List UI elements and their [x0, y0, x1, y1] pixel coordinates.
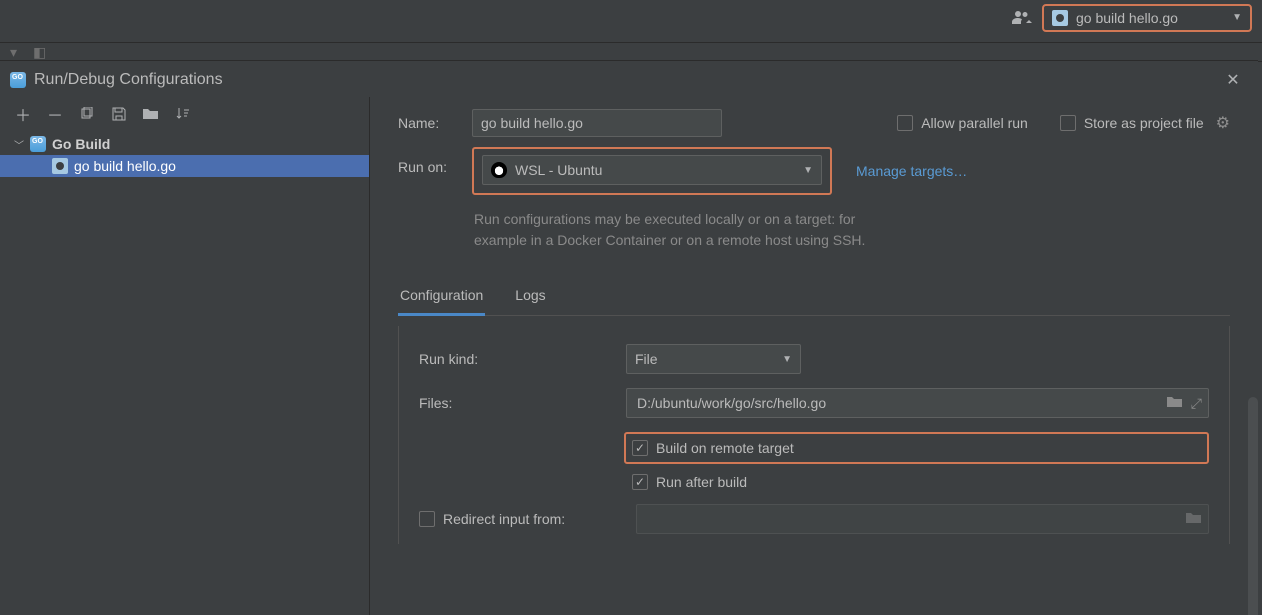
remove-config-button[interactable]: －	[46, 105, 64, 123]
build-remote-label: Build on remote target	[656, 440, 794, 456]
checkbox-checked-icon	[632, 474, 648, 490]
run-config-label: go build hello.go	[1076, 10, 1224, 26]
go-file-icon	[52, 158, 68, 174]
close-button[interactable]: ✕	[1222, 69, 1244, 91]
tree-node-hello-go[interactable]: go build hello.go	[0, 155, 369, 177]
run-kind-label: Run kind:	[419, 351, 614, 367]
manage-targets-link[interactable]: Manage targets…	[856, 163, 967, 179]
add-config-button[interactable]: ＋	[14, 105, 32, 123]
run-kind-row: Run kind: File ▼	[419, 344, 1209, 374]
go-file-icon	[1052, 10, 1068, 26]
chevron-down-icon: ▼	[803, 165, 813, 176]
build-options: Build on remote target Run after build	[624, 432, 1209, 490]
build-remote-highlight-box: Build on remote target	[624, 432, 1209, 464]
save-config-button[interactable]	[110, 105, 128, 123]
dialog-title-text: Run/Debug Configurations	[34, 71, 223, 89]
run-on-hint: Run configurations may be executed local…	[474, 209, 1014, 251]
name-label: Name:	[398, 115, 460, 131]
tree-node-go-build[interactable]: ﹀ Go Build	[0, 133, 369, 155]
name-input[interactable]	[472, 109, 722, 137]
go-build-icon	[30, 136, 46, 152]
tab-configuration[interactable]: Configuration	[398, 279, 485, 316]
chevron-down-icon: ▼	[782, 354, 792, 365]
dialog-body: ＋ － ﹀ Go Build	[0, 97, 1258, 615]
copy-config-button[interactable]	[78, 105, 96, 123]
gear-icon[interactable]: ⚙	[1216, 113, 1230, 133]
toolbar-icon-ghost: ◧	[33, 44, 46, 61]
redirect-input-field	[636, 504, 1209, 534]
run-after-build-label: Run after build	[656, 474, 747, 490]
editor-tab-bar: ▾ ◧	[0, 42, 1262, 62]
folder-open-icon	[1186, 511, 1202, 527]
files-input[interactable]: D:/ubuntu/work/go/src/hello.go ⤢	[626, 388, 1209, 418]
tree-node-label: go build hello.go	[74, 158, 176, 174]
allow-parallel-checkbox[interactable]: Allow parallel run	[897, 115, 1028, 131]
build-remote-checkbox[interactable]: Build on remote target	[632, 440, 794, 456]
run-after-build-checkbox[interactable]: Run after build	[624, 474, 1209, 490]
store-project-checkbox[interactable]: Store as project file	[1060, 115, 1204, 131]
hint-line: Run configurations may be executed local…	[474, 211, 855, 227]
dialog-title: Run/Debug Configurations	[10, 71, 223, 89]
config-tree-panel: ＋ － ﹀ Go Build	[0, 97, 370, 615]
redirect-input-label: Redirect input from:	[443, 511, 565, 527]
redirect-input-row: Redirect input from:	[419, 504, 1209, 534]
config-tabs: Configuration Logs	[398, 279, 1230, 316]
sort-config-button[interactable]	[174, 105, 192, 123]
run-config-selector[interactable]: go build hello.go ▼	[1042, 4, 1252, 32]
run-kind-select[interactable]: File ▼	[626, 344, 801, 374]
config-form: Name: Allow parallel run Store as projec…	[370, 97, 1258, 615]
files-row: Files: D:/ubuntu/work/go/src/hello.go ⤢	[419, 388, 1209, 418]
allow-parallel-label: Allow parallel run	[921, 115, 1028, 131]
goland-icon	[10, 72, 26, 88]
run-debug-config-dialog: Run/Debug Configurations ✕ ＋ －	[0, 60, 1258, 615]
files-value: D:/ubuntu/work/go/src/hello.go	[637, 395, 1159, 411]
store-project-label: Store as project file	[1084, 115, 1204, 131]
chevron-down-icon: ▼	[1232, 12, 1242, 23]
main-toolbar: go build hello.go ▼	[0, 0, 1262, 35]
name-row: Name: Allow parallel run Store as projec…	[398, 109, 1230, 137]
tree-node-label: Go Build	[52, 136, 110, 152]
dialog-header: Run/Debug Configurations ✕	[0, 61, 1258, 97]
presence-icon[interactable]	[1010, 7, 1034, 29]
run-on-select[interactable]: WSL - Ubuntu ▼	[482, 155, 822, 185]
run-on-highlight-box: WSL - Ubuntu ▼	[472, 147, 832, 195]
folder-config-button[interactable]	[142, 105, 160, 123]
run-on-value: WSL - Ubuntu	[515, 162, 602, 178]
checkbox-icon	[897, 115, 913, 131]
files-label: Files:	[419, 395, 614, 411]
run-on-row: Run on: WSL - Ubuntu ▼ Manage targets…	[398, 147, 1230, 195]
config-tree: ﹀ Go Build go build hello.go	[0, 133, 369, 615]
config-tree-toolbar: ＋ －	[0, 101, 369, 133]
run-on-label: Run on:	[398, 147, 460, 175]
redirect-input-checkbox[interactable]: Redirect input from:	[419, 511, 624, 527]
checkbox-icon	[419, 511, 435, 527]
expand-icon[interactable]: ⤢	[1191, 395, 1202, 412]
checkbox-icon	[1060, 115, 1076, 131]
tab-logs[interactable]: Logs	[513, 279, 547, 315]
toolbar-icon-ghost: ▾	[10, 44, 17, 61]
run-kind-value: File	[635, 351, 658, 367]
linux-icon	[491, 162, 507, 178]
hint-line: example in a Docker Container or on a re…	[474, 232, 865, 248]
checkbox-checked-icon	[632, 440, 648, 456]
tree-twistie-icon: ﹀	[14, 137, 24, 152]
configuration-panel: Run kind: File ▼ Files: D:/ubuntu/work/g…	[398, 326, 1230, 544]
vertical-scrollbar[interactable]	[1248, 397, 1258, 615]
folder-open-icon[interactable]	[1167, 395, 1183, 411]
